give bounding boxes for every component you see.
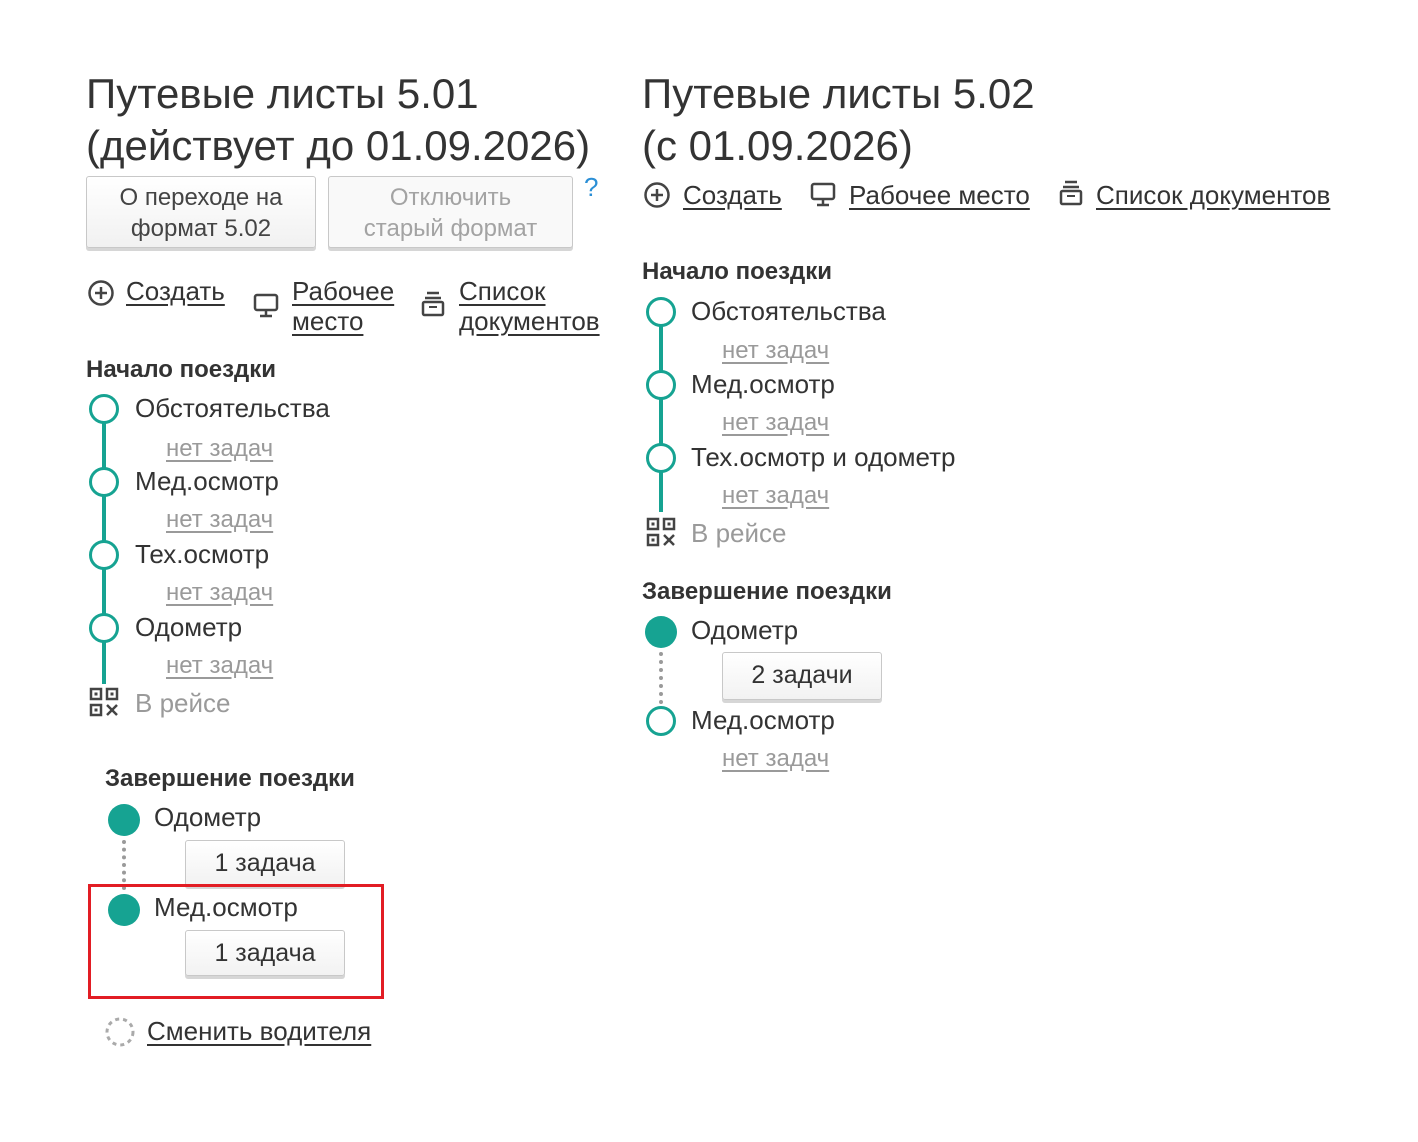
- step-done-dot: [108, 894, 140, 926]
- page-title-502: Путевые листы 5.02 (с 01.09.2026): [642, 68, 1035, 172]
- monitor-icon: [253, 293, 279, 318]
- qr-code-icon: [89, 687, 119, 717]
- trip-start-section-title: Начало поездки: [642, 258, 833, 285]
- change-driver-link[interactable]: Сменить водителя: [147, 1016, 371, 1046]
- qr-code-icon: [646, 517, 676, 547]
- document-list-link[interactable]: Список документов: [459, 276, 600, 336]
- document-stack-icon: [1059, 180, 1083, 206]
- step-circumstances: Обстоятельства: [691, 296, 886, 326]
- step-odometer-end: Одометр: [691, 615, 799, 645]
- step-status-circle: [646, 443, 676, 473]
- timeline-dotted-line: [659, 652, 663, 704]
- tasks-button[interactable]: 1 задача: [185, 930, 345, 976]
- step-odometer-end: Одометр: [154, 802, 262, 832]
- tasks-link[interactable]: нет задач: [722, 337, 829, 365]
- transition-info-button[interactable]: О переходе на формат 5.02: [86, 176, 316, 248]
- step-status-circle: [646, 706, 676, 736]
- tasks-button[interactable]: 1 задача: [185, 840, 345, 886]
- timeline-line: [659, 322, 663, 512]
- tasks-link[interactable]: нет задач: [166, 506, 273, 534]
- title-line-2: (действует до 01.09.2026): [86, 122, 591, 169]
- link-line-1: Рабочее: [292, 276, 395, 306]
- create-link[interactable]: Создать: [683, 180, 782, 210]
- trip-start-section-title: Начало поездки: [86, 356, 277, 383]
- plus-circle-icon: [644, 182, 670, 208]
- tasks-link[interactable]: нет задач: [722, 409, 829, 437]
- trip-end-section-title: Завершение поездки: [105, 765, 355, 792]
- plus-circle-icon: [88, 280, 114, 306]
- step-odometer: Одометр: [135, 612, 243, 642]
- step-status-circle: [646, 370, 676, 400]
- timeline-dotted-line: [122, 840, 126, 890]
- step-status-circle: [89, 394, 119, 424]
- tasks-link[interactable]: нет задач: [166, 435, 273, 463]
- spinner-icon: [105, 1017, 135, 1047]
- step-tech-check-odometer: Тех.осмотр и одометр: [691, 442, 956, 472]
- step-status-circle: [89, 540, 119, 570]
- link-line-2: документов: [459, 306, 600, 336]
- step-status-circle: [646, 297, 676, 327]
- button-label-line-1: О переходе на: [119, 184, 283, 211]
- link-line-2: место: [292, 306, 364, 336]
- workplace-link[interactable]: Рабочее место: [292, 276, 394, 336]
- disable-old-format-button[interactable]: Отключить старый формат: [328, 176, 573, 248]
- step-med-check-end: Мед.осмотр: [691, 705, 835, 735]
- button-label-line-2: старый формат: [363, 215, 538, 242]
- step-med-check: Мед.осмотр: [135, 466, 279, 496]
- help-icon[interactable]: ?: [584, 172, 598, 203]
- tasks-link[interactable]: нет задач: [722, 745, 829, 773]
- in-trip-status: В рейсе: [691, 518, 787, 548]
- tasks-link[interactable]: нет задач: [166, 579, 273, 607]
- title-line-1: Путевые листы 5.01: [86, 70, 479, 117]
- in-trip-status: В рейсе: [135, 688, 231, 718]
- step-circumstances: Обстоятельства: [135, 393, 330, 423]
- page-title-501: Путевые листы 5.01 (действует до 01.09.2…: [86, 68, 590, 172]
- tasks-link[interactable]: нет задач: [166, 652, 273, 680]
- step-done-dot: [108, 804, 140, 836]
- workplace-link[interactable]: Рабочее место: [849, 180, 1030, 210]
- step-done-dot: [645, 616, 677, 648]
- step-tech-check: Тех.осмотр: [135, 539, 270, 569]
- step-status-circle: [89, 467, 119, 497]
- tasks-button[interactable]: 2 задачи: [722, 652, 882, 700]
- button-label-line-1: Отключить: [389, 184, 512, 211]
- link-line-1: Список: [459, 276, 546, 306]
- step-med-check: Мед.осмотр: [691, 369, 835, 399]
- document-list-link[interactable]: Список документов: [1096, 180, 1330, 210]
- create-link[interactable]: Создать: [126, 276, 225, 306]
- button-label-line-2: формат 5.02: [130, 215, 272, 242]
- title-line-1: Путевые листы 5.02: [642, 70, 1035, 117]
- title-line-2: (с 01.09.2026): [642, 122, 913, 169]
- trip-end-section-title: Завершение поездки: [642, 578, 892, 605]
- step-status-circle: [89, 613, 119, 643]
- step-med-check-end: Мед.осмотр: [154, 892, 298, 922]
- monitor-icon: [810, 182, 836, 207]
- document-stack-icon: [421, 291, 445, 317]
- tasks-link[interactable]: нет задач: [722, 482, 829, 510]
